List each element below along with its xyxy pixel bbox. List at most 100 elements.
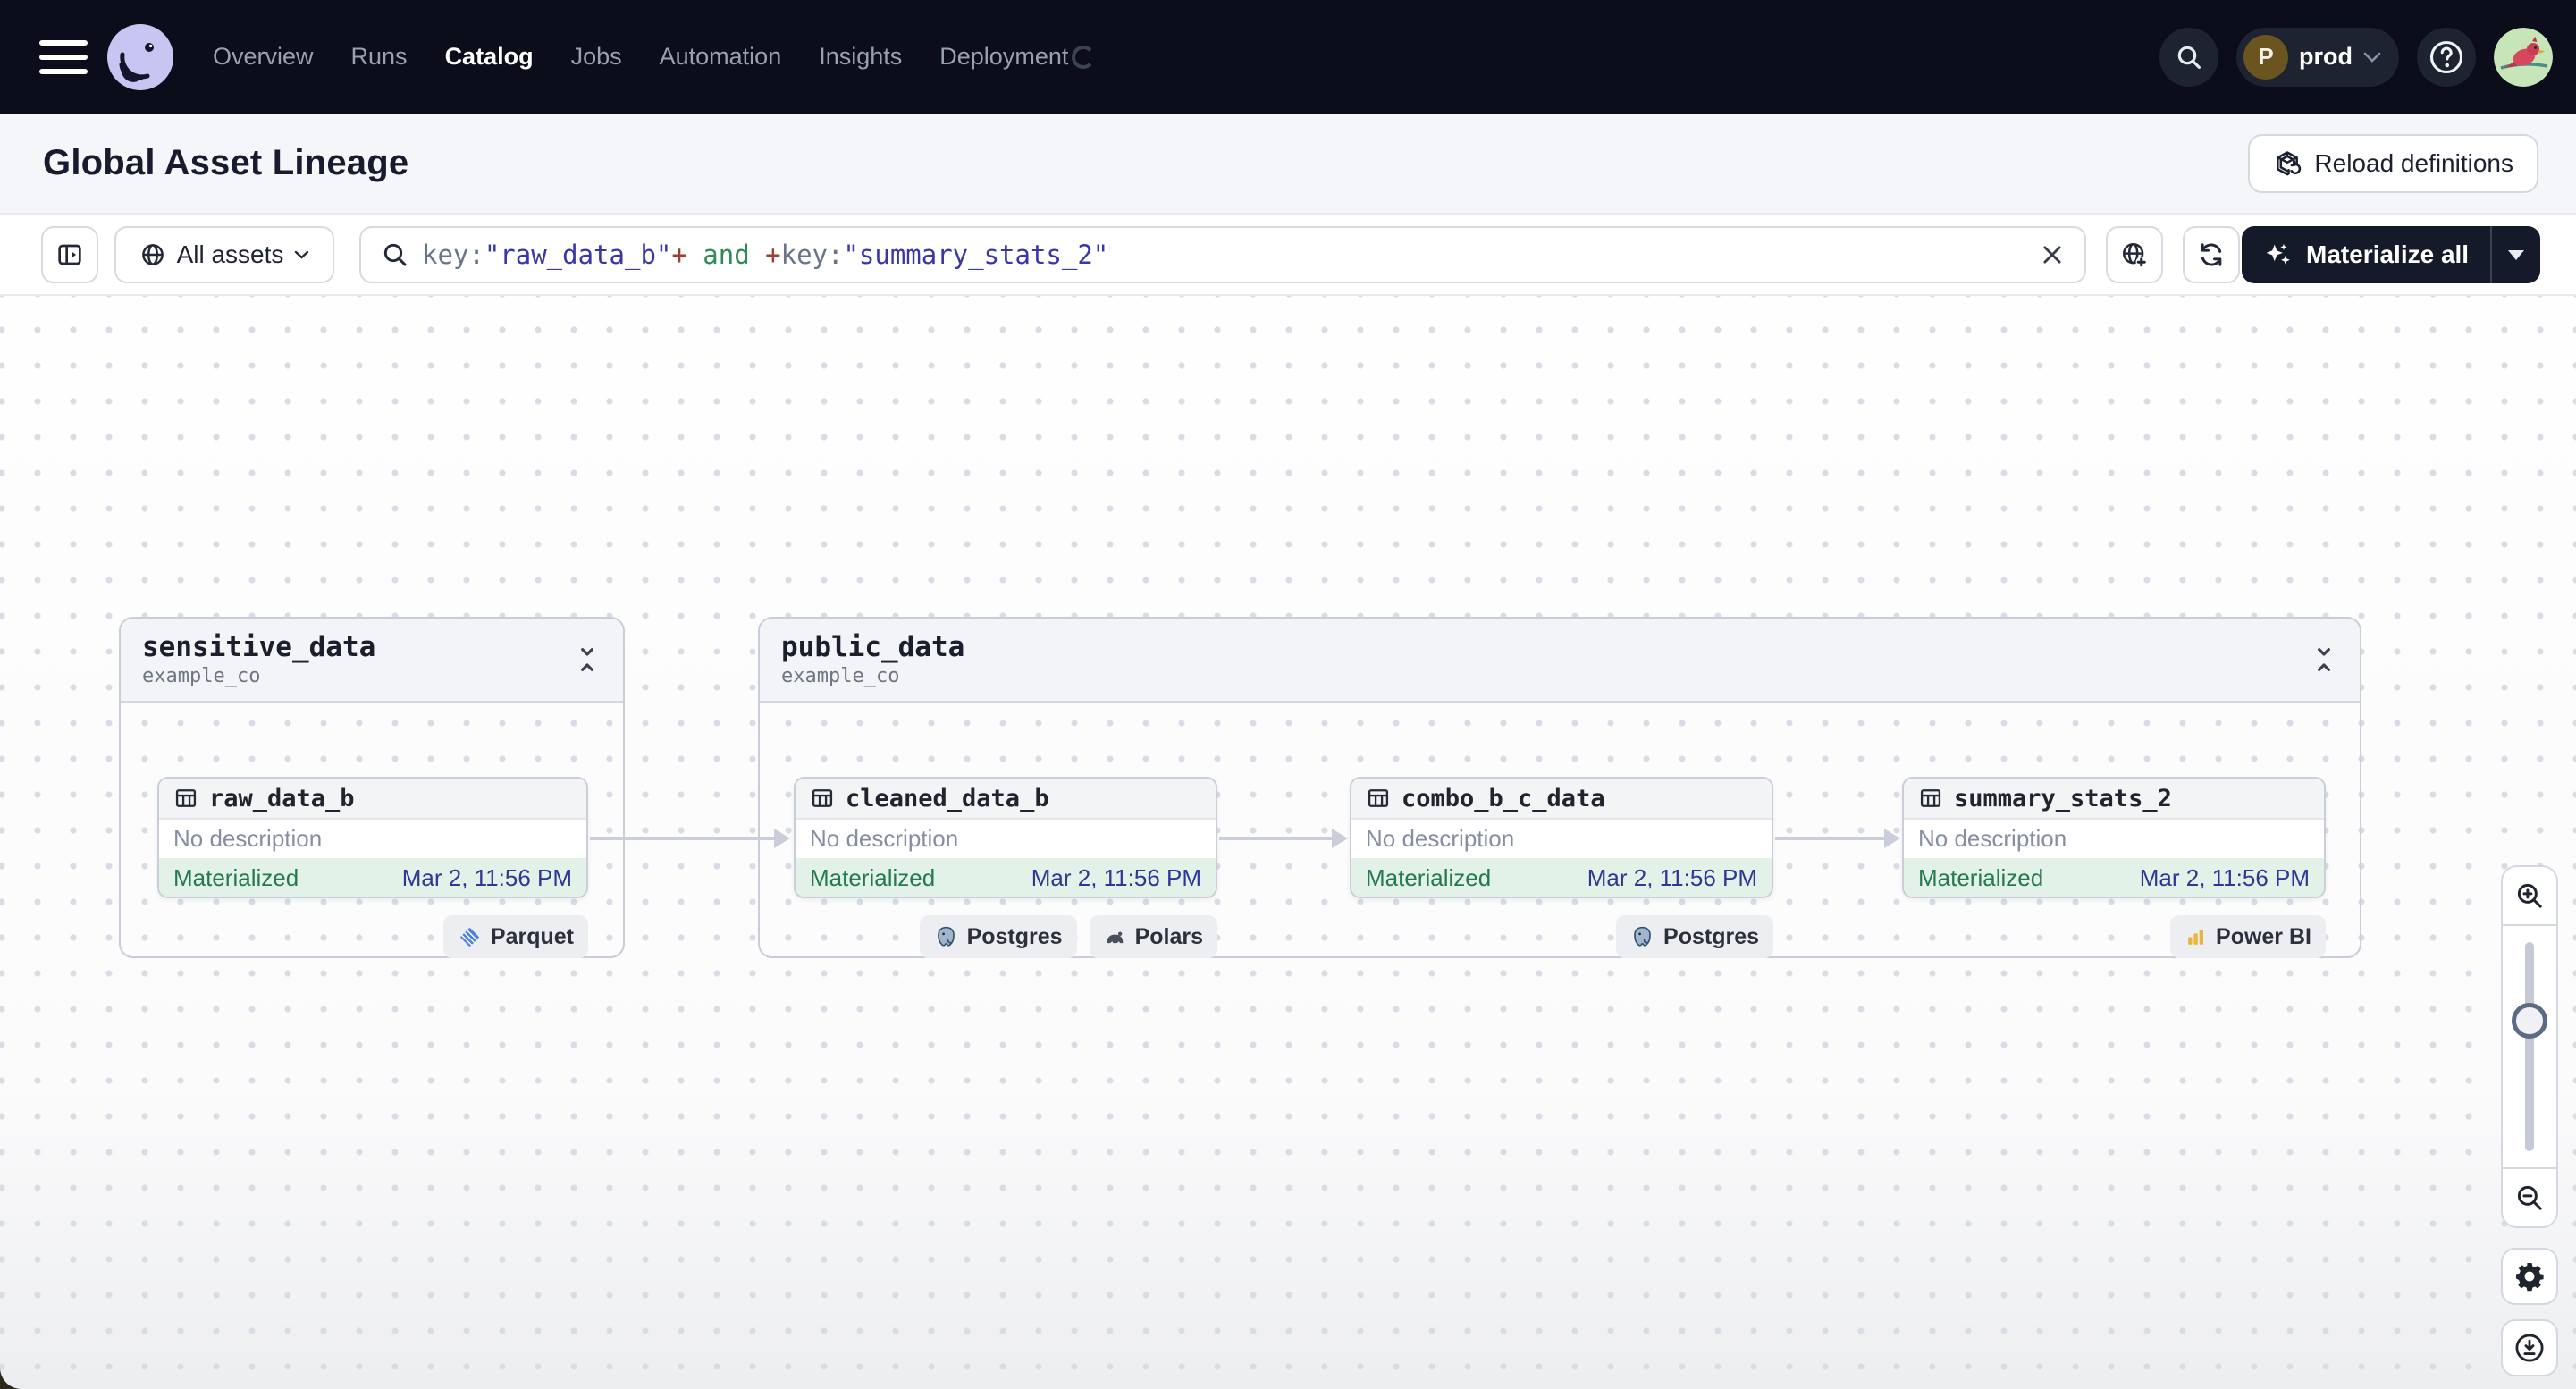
- nav-tab-overview[interactable]: Overview: [213, 43, 314, 71]
- tag-polars[interactable]: Polars: [1089, 915, 1217, 958]
- query-segment-op: +: [671, 240, 687, 270]
- table-icon: [810, 786, 835, 811]
- group-header[interactable]: sensitive_data example_co: [121, 619, 623, 703]
- nav-tab-runs[interactable]: Runs: [351, 43, 408, 71]
- refresh-icon: [2201, 243, 2222, 266]
- asset-node-raw_data_b[interactable]: raw_data_b No description Materialized Mar …: [157, 777, 588, 898]
- page-title: Global Asset Lineage: [43, 143, 409, 182]
- edge-arrowhead-icon: [774, 829, 790, 848]
- panel-open-icon: [58, 244, 81, 265]
- zoom-slider-track[interactable]: [2525, 942, 2534, 1151]
- reload-definitions-button[interactable]: Reload definitions: [2248, 133, 2538, 193]
- asset-header: combo_b_c_data: [1351, 779, 1772, 820]
- asset-tag-row: Postgres: [1350, 915, 1773, 958]
- asset-description: No description: [1918, 825, 2067, 852]
- nav-tab-catalog[interactable]: Catalog: [445, 43, 534, 71]
- clear-icon: [2043, 246, 2061, 264]
- query-segment-op: +: [765, 240, 781, 270]
- tag-postgres[interactable]: Postgres: [1616, 915, 1773, 958]
- zoom-slider: [2503, 924, 2556, 1169]
- nav-tab-automation[interactable]: Automation: [660, 43, 782, 71]
- materialize-all-split-button: Materialize all: [2242, 226, 2541, 283]
- reload-definitions-label: Reload definitions: [2314, 148, 2513, 177]
- lineage-edge: [1219, 837, 1335, 840]
- clear-search-button[interactable]: [2040, 242, 2065, 267]
- materialize-all-button[interactable]: Materialize all: [2242, 226, 2490, 283]
- query-segment-value: "raw_data_b": [484, 240, 672, 270]
- nav-tab-jobs[interactable]: Jobs: [571, 43, 622, 71]
- zoom-in-icon: [2517, 883, 2542, 908]
- tag-label: Power BI: [2216, 923, 2311, 949]
- materialization-timestamp: Mar 2, 11:56 PM: [1587, 864, 1757, 891]
- asset-name: summary_stats_2: [1954, 784, 2172, 812]
- graph-settings-button[interactable]: [2501, 1248, 2558, 1305]
- query-segment-bool: and: [686, 240, 766, 270]
- query-segment-attr: key:: [780, 240, 844, 270]
- powerbi-icon: [2185, 926, 2207, 948]
- globe-add-icon: [2122, 242, 2147, 268]
- deployment-label: prod: [2299, 43, 2353, 70]
- top-navbar: Overview Runs Catalog Jobs Automation Insight…: [0, 0, 2576, 114]
- group-repo: example_co: [142, 664, 261, 687]
- reload-icon: [2277, 150, 2302, 175]
- search-icon: [383, 243, 407, 266]
- tag-power-bi[interactable]: Power BI: [2170, 915, 2326, 958]
- search-button[interactable]: [2159, 27, 2218, 87]
- group-name: public_data: [781, 630, 965, 663]
- asset-status-row: Materialized Mar 2, 11:56 PM: [1351, 858, 1772, 897]
- tag-label: Postgres: [966, 923, 1063, 949]
- download-icon: [2515, 1334, 2544, 1362]
- zoom-slider-handle[interactable]: [2512, 1003, 2547, 1039]
- deployment-switcher[interactable]: P prod: [2236, 27, 2399, 87]
- loading-spinner-icon: [1072, 45, 1096, 69]
- status-badge: Materialized: [810, 864, 936, 891]
- download-image-button[interactable]: [2501, 1319, 2558, 1376]
- asset-tag-row: Parquet: [157, 915, 588, 958]
- asset-name: raw_data_b: [209, 784, 355, 812]
- collapse-icon: [2310, 645, 2338, 674]
- edge-arrowhead-icon: [1884, 829, 1900, 848]
- lineage-edge: [1775, 837, 1888, 840]
- materialize-options-button[interactable]: [2490, 226, 2540, 283]
- asset-node-summary_stats_2[interactable]: summary_stats_2 No description Materialize…: [1902, 777, 2326, 898]
- settings-icon: [2516, 1263, 2544, 1292]
- asset-description: No description: [810, 825, 959, 852]
- zoom-out-icon: [2517, 1185, 2542, 1210]
- table-icon: [1366, 786, 1391, 811]
- help-icon: [2429, 40, 2463, 73]
- edge-arrowhead-icon: [1332, 829, 1348, 848]
- view-scope-button[interactable]: [2106, 226, 2163, 283]
- tag-label: Postgres: [1663, 923, 1759, 949]
- collapse-group-button[interactable]: [2310, 645, 2338, 674]
- lineage-canvas[interactable]: sensitive_data example_co public_data examp…: [0, 296, 2576, 1389]
- group-header[interactable]: public_data example_co: [760, 619, 2360, 703]
- globe-icon: [141, 244, 164, 265]
- postgres-icon: [1630, 925, 1654, 949]
- menu-icon[interactable]: [39, 38, 88, 77]
- asset-node-cleaned_data_b[interactable]: cleaned_data_b No description Materialized…: [794, 777, 1217, 898]
- nav-tab-insights[interactable]: Insights: [819, 43, 902, 71]
- group-name: sensitive_data: [142, 630, 376, 663]
- zoom-out-button[interactable]: [2503, 1169, 2556, 1226]
- zoom-in-button[interactable]: [2503, 867, 2556, 924]
- refresh-graph-button[interactable]: [2183, 226, 2240, 283]
- asset-tag-row: Postgres Polars: [794, 915, 1217, 958]
- user-avatar[interactable]: [2494, 27, 2553, 87]
- tag-postgres[interactable]: Postgres: [919, 915, 1077, 958]
- asset-search-input[interactable]: key:"raw_data_b"+ and +key:"summary_stat…: [359, 226, 2086, 283]
- chevron-down-icon: [2363, 52, 2381, 63]
- caret-down-icon: [2508, 249, 2525, 260]
- asset-scope-dropdown[interactable]: All assets: [114, 226, 334, 283]
- nav-tab-deployment[interactable]: Deployment: [939, 43, 1068, 71]
- collapse-group-button[interactable]: [573, 645, 602, 674]
- tag-parquet[interactable]: Parquet: [442, 915, 588, 958]
- asset-header: raw_data_b: [159, 779, 586, 820]
- search-query-text: key:"raw_data_b"+ and +key:"summary_stat…: [422, 240, 2027, 270]
- help-button[interactable]: [2417, 27, 2476, 87]
- collapse-icon: [573, 645, 602, 674]
- sparkle-icon: [2266, 243, 2290, 265]
- postgres-icon: [934, 925, 958, 949]
- dagster-logo[interactable]: [107, 23, 173, 90]
- asset-node-combo_b_c_data[interactable]: combo_b_c_data No description Materialized…: [1350, 777, 1773, 898]
- open-panel-button[interactable]: [41, 226, 98, 283]
